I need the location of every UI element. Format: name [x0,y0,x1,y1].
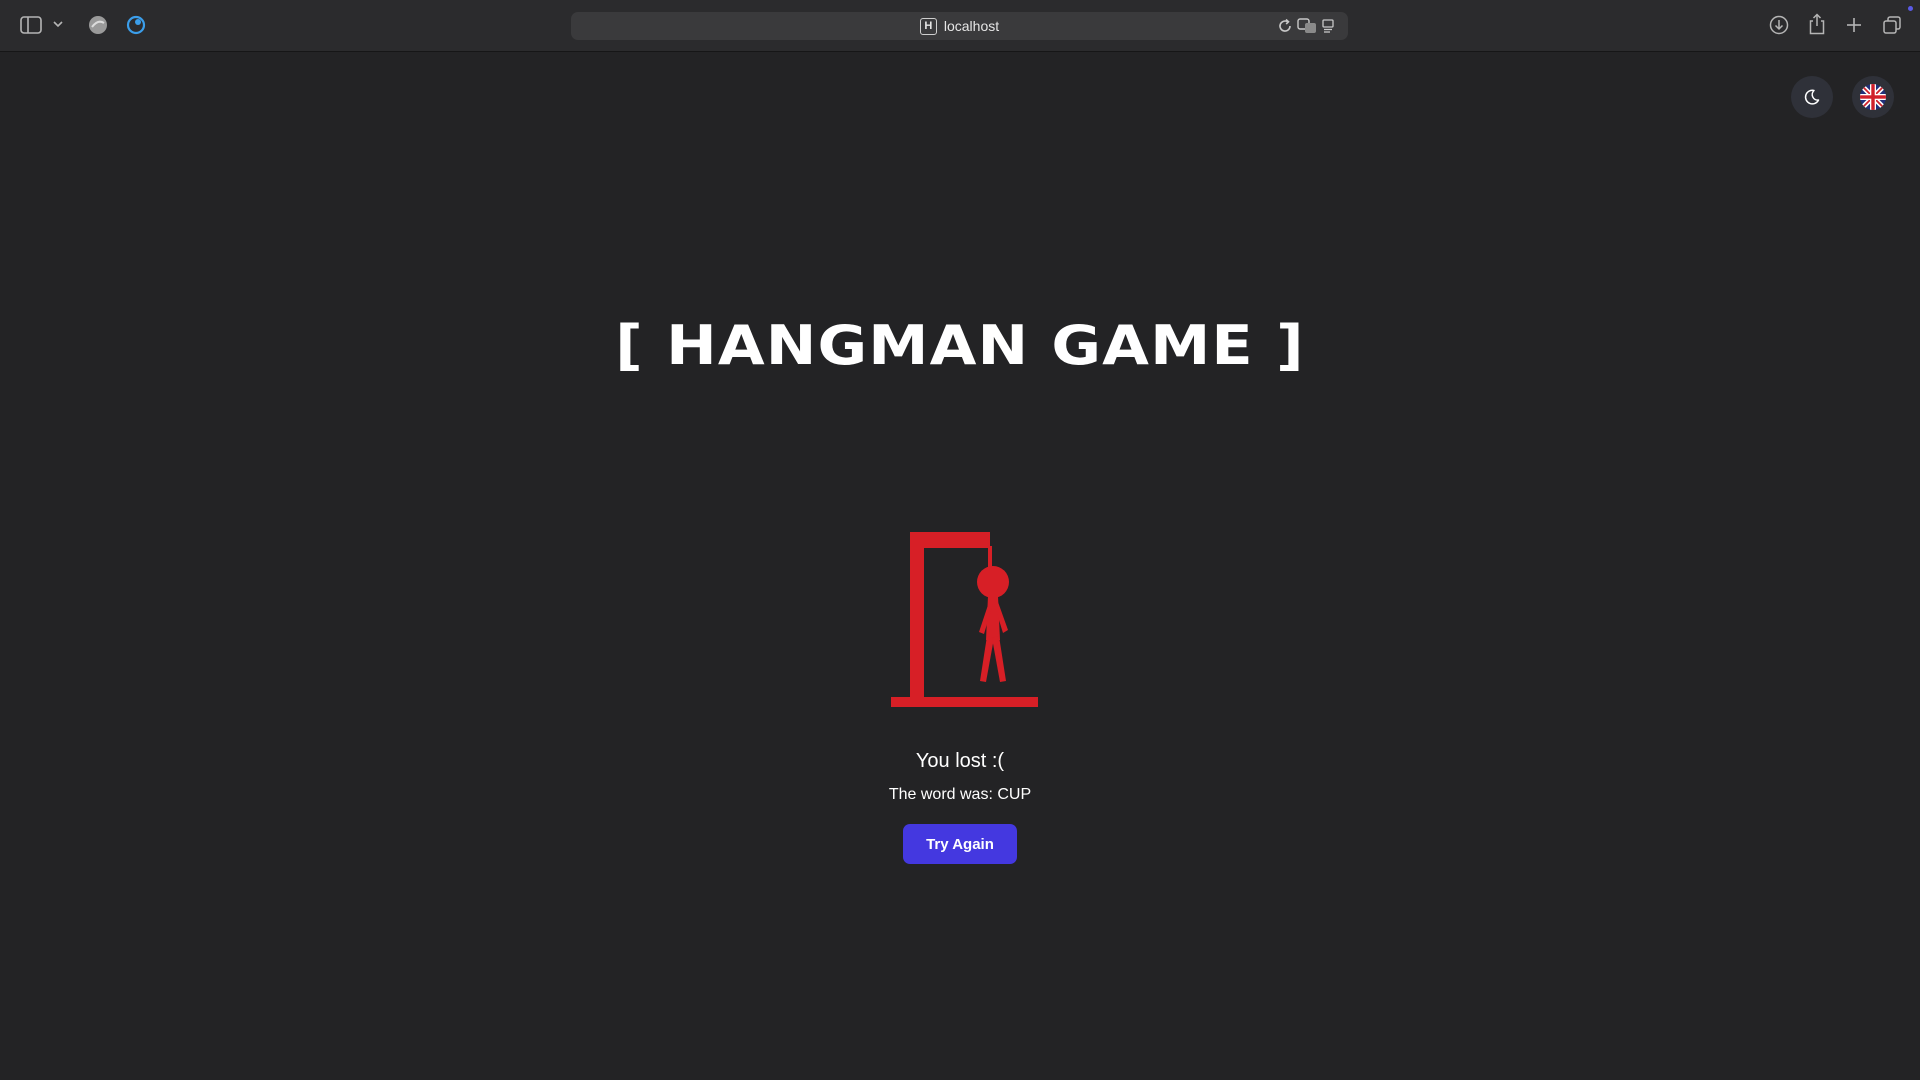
gallows-pole [910,532,924,702]
site-favicon-icon: H [919,17,937,35]
theme-toggle-button[interactable] [1791,76,1833,118]
hangman-head [977,566,1009,598]
reader-icon[interactable] [1322,19,1334,33]
new-tab-icon[interactable] [1845,16,1863,34]
page-content: [ HANGMAN GAME ] You lost :( The word wa… [0,52,1920,1080]
browser-toolbar: H localhost [0,0,1920,52]
revealed-word-line: The word was: CUP [0,786,1920,804]
reload-icon[interactable] [1277,18,1293,34]
moon-icon [1803,88,1821,106]
share-icon[interactable] [1808,13,1826,35]
try-again-button[interactable]: Try Again [903,824,1017,864]
tab-overview-icon[interactable] [1882,15,1902,35]
hangman-left-leg [980,636,994,682]
address-bar[interactable]: H localhost [571,12,1348,40]
result-message: You lost :( [915,750,1005,772]
language-button[interactable] [1852,76,1894,118]
hangman-right-leg [992,636,1006,682]
downloads-icon[interactable] [1769,15,1789,35]
revealed-word: CUP [997,786,1032,803]
gallows-beam [910,532,990,548]
extension-icon[interactable] [88,15,108,35]
hangman-drawing [890,530,1038,717]
uk-flag-icon [1860,84,1886,110]
url-text: localhost [943,18,1000,34]
word-label: The word was: [888,786,993,803]
chevron-down-icon[interactable] [53,20,63,28]
page-title: [ HANGMAN GAME ] [615,314,1305,377]
gallows-rope [988,546,992,568]
notification-dot [1908,6,1913,11]
translate-icon[interactable] [1297,18,1317,34]
sidebar-toggle-icon[interactable] [20,16,42,34]
privacy-extension-icon[interactable] [126,15,146,35]
